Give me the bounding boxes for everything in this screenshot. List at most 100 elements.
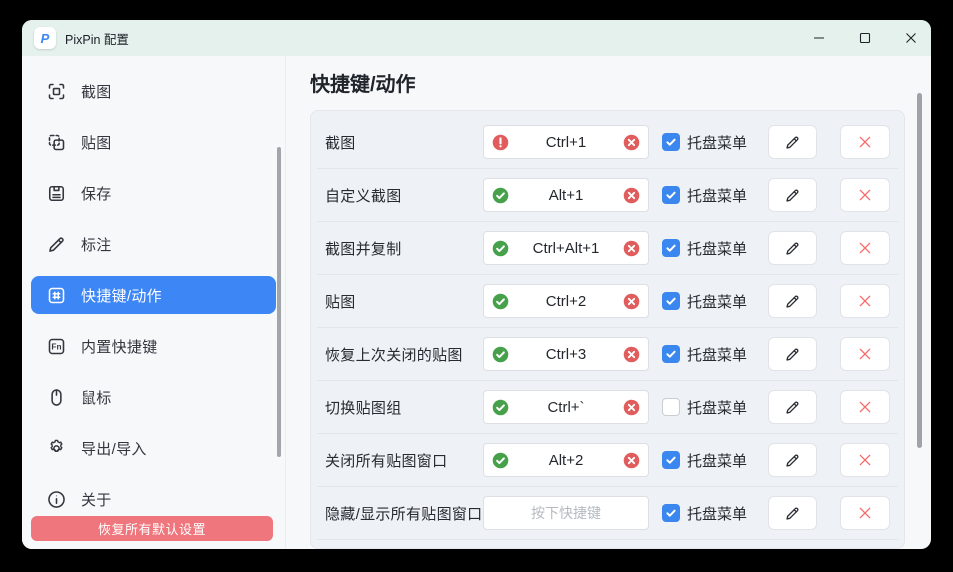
sidebar-item-about[interactable]: 关于 [31, 480, 276, 518]
hotkey-panel: 截图 Ctrl+1 托盘菜单 自定义截图 Alt+1 托盘菜单 截图并复制 [310, 110, 905, 549]
ok-icon [492, 346, 509, 363]
ok-icon [492, 399, 509, 416]
clear-hotkey-icon[interactable] [623, 134, 640, 151]
hotkey-value: Alt+1 [509, 187, 623, 204]
sidebar-item-label: 保存 [81, 183, 112, 204]
tray-menu-label: 托盘菜单 [687, 238, 747, 259]
minimize-button[interactable] [803, 23, 835, 53]
hotkey-row: 关闭所有贴图窗口 Alt+2 托盘菜单 [317, 434, 898, 487]
hotkey-rows: 截图 Ctrl+1 托盘菜单 自定义截图 Alt+1 托盘菜单 截图并复制 [311, 116, 904, 540]
edit-hotkey-button[interactable] [768, 231, 817, 265]
tray-menu-checkbox[interactable] [662, 398, 680, 416]
save-icon [45, 182, 67, 204]
clear-hotkey-icon[interactable] [623, 452, 640, 469]
content-scrollbar[interactable] [917, 93, 922, 448]
hotkey-value: Ctrl+3 [509, 346, 623, 363]
tray-menu-label: 托盘菜单 [687, 397, 747, 418]
sidebar-item-annotate-pencil[interactable]: 标注 [31, 225, 276, 263]
delete-hotkey-button[interactable] [840, 390, 890, 424]
edit-hotkey-button[interactable] [768, 284, 817, 318]
builtin-hotkey-icon: Fn [45, 335, 67, 357]
maximize-button[interactable] [849, 23, 881, 53]
sidebar-item-mouse[interactable]: 鼠标 [31, 378, 276, 416]
delete-hotkey-button[interactable] [840, 125, 890, 159]
hotkey-value: Ctrl+` [509, 399, 623, 416]
edit-hotkey-button[interactable] [768, 443, 817, 477]
hotkey-value: Ctrl+2 [509, 293, 623, 310]
sidebar: 截图 贴图 保存 标注 快捷键/动作 Fn 内置快捷键 鼠标 导出/导入 关于 … [22, 56, 286, 549]
tray-menu-checkbox[interactable] [662, 451, 680, 469]
hotkey-input[interactable]: Alt+1 [483, 178, 649, 212]
delete-hotkey-button[interactable] [840, 443, 890, 477]
hotkey-row: 隐藏/显示所有贴图窗口 按下快捷键 托盘菜单 [317, 487, 898, 540]
hotkey-row: 贴图 Ctrl+2 托盘菜单 [317, 275, 898, 328]
hotkey-input[interactable]: Ctrl+3 [483, 337, 649, 371]
sidebar-item-screenshot[interactable]: 截图 [31, 72, 276, 110]
sidebar-item-save[interactable]: 保存 [31, 174, 276, 212]
hotkey-input[interactable]: Ctrl+1 [483, 125, 649, 159]
delete-hotkey-button[interactable] [840, 496, 890, 530]
tray-menu-checkbox[interactable] [662, 239, 680, 257]
sidebar-item-label: 贴图 [81, 132, 112, 153]
hotkey-action-label: 切换贴图组 [325, 397, 483, 418]
delete-hotkey-button[interactable] [840, 178, 890, 212]
sidebar-item-pin-image[interactable]: 贴图 [31, 123, 276, 161]
warning-icon [492, 134, 509, 151]
clear-hotkey-icon[interactable] [623, 187, 640, 204]
tray-menu-label: 托盘菜单 [687, 185, 747, 206]
edit-hotkey-button[interactable] [768, 337, 817, 371]
titlebar-controls [789, 23, 931, 53]
clear-hotkey-icon[interactable] [623, 240, 640, 257]
delete-hotkey-button[interactable] [840, 337, 890, 371]
clear-hotkey-icon[interactable] [623, 293, 640, 310]
hotkey-input[interactable]: Ctrl+2 [483, 284, 649, 318]
hotkey-value: 按下快捷键 [484, 503, 648, 523]
edit-hotkey-button[interactable] [768, 178, 817, 212]
edit-hotkey-button[interactable] [768, 125, 817, 159]
delete-hotkey-button[interactable] [840, 284, 890, 318]
delete-hotkey-button[interactable] [840, 231, 890, 265]
tray-menu-option: 托盘菜单 [662, 291, 755, 312]
sidebar-item-label: 标注 [81, 234, 112, 255]
pixpin-logo-icon: P [34, 27, 56, 49]
close-button[interactable] [895, 23, 927, 53]
hotkey-input[interactable]: Ctrl+` [483, 390, 649, 424]
restore-defaults-button[interactable]: 恢复所有默认设置 [31, 516, 273, 541]
tray-menu-option: 托盘菜单 [662, 344, 755, 365]
sidebar-item-export-import[interactable]: 导出/导入 [31, 429, 276, 467]
hotkey-value: Ctrl+1 [509, 134, 623, 151]
mouse-icon [45, 386, 67, 408]
sidebar-item-builtin-hotkey[interactable]: Fn 内置快捷键 [31, 327, 276, 365]
window-title: PixPin 配置 [65, 29, 129, 48]
hotkey-input[interactable]: Alt+2 [483, 443, 649, 477]
sidebar-item-label: 导出/导入 [81, 438, 147, 459]
sidebar-item-hotkey-action[interactable]: 快捷键/动作 [31, 276, 276, 314]
about-icon [45, 488, 67, 510]
tray-menu-option: 托盘菜单 [662, 450, 755, 471]
window-body: 截图 贴图 保存 标注 快捷键/动作 Fn 内置快捷键 鼠标 导出/导入 关于 … [22, 56, 931, 549]
tray-menu-checkbox[interactable] [662, 186, 680, 204]
hotkey-action-label: 隐藏/显示所有贴图窗口 [325, 503, 483, 524]
tray-menu-checkbox[interactable] [662, 292, 680, 310]
edit-hotkey-button[interactable] [768, 496, 817, 530]
titlebar: P PixPin 配置 [22, 20, 931, 56]
tray-menu-checkbox[interactable] [662, 345, 680, 363]
clear-hotkey-icon[interactable] [623, 346, 640, 363]
tray-menu-label: 托盘菜单 [687, 132, 747, 153]
hotkey-input[interactable]: Ctrl+Alt+1 [483, 231, 649, 265]
edit-hotkey-button[interactable] [768, 390, 817, 424]
hotkey-action-label: 截图并复制 [325, 238, 483, 259]
hotkey-input[interactable]: 按下快捷键 [483, 496, 649, 530]
svg-text:Fn: Fn [51, 341, 61, 351]
hotkey-action-label: 贴图 [325, 291, 483, 312]
tray-menu-checkbox[interactable] [662, 133, 680, 151]
tray-menu-label: 托盘菜单 [687, 344, 747, 365]
content-area: 快捷键/动作 截图 Ctrl+1 托盘菜单 自定义截图 Alt+1 托盘菜单 [286, 56, 931, 549]
clear-hotkey-icon[interactable] [623, 399, 640, 416]
hotkey-row: 自定义截图 Alt+1 托盘菜单 [317, 169, 898, 222]
sidebar-scrollbar[interactable] [277, 147, 281, 457]
hotkey-value: Ctrl+Alt+1 [509, 240, 623, 257]
tray-menu-label: 托盘菜单 [687, 291, 747, 312]
ok-icon [492, 452, 509, 469]
tray-menu-checkbox[interactable] [662, 504, 680, 522]
